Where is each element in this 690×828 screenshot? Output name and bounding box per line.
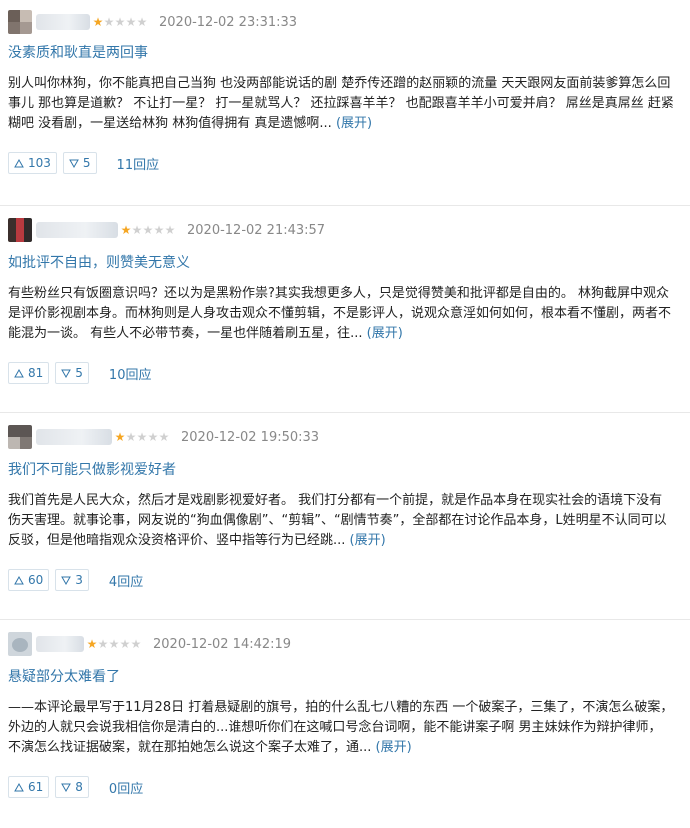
review-title[interactable]: 如批评不自由，则赞美无意义 (8, 254, 678, 272)
review-text: ——本评论最早写于11月28日 打着悬疑剧的旗号，拍的什么乱七八糟的东西 一个破… (8, 700, 674, 755)
review-content: ——本评论最早写于11月28日 打着悬疑剧的旗号，拍的什么乱七八糟的东西 一个破… (8, 698, 678, 758)
star-icon: ★ (120, 223, 132, 237)
reply-link[interactable]: 0回应 (109, 778, 143, 797)
triangle-up-icon (14, 782, 24, 791)
star-icon: ★ (136, 430, 148, 444)
star-icon: ★ (86, 637, 98, 651)
upvote-button[interactable]: 103 (8, 152, 57, 174)
review-actions: 81 5 10回应 (8, 344, 678, 402)
review-time: 2020-12-02 14:42:19 (153, 636, 292, 652)
reply-link[interactable]: 4回应 (109, 571, 143, 590)
review-actions: 103 5 11回应 (8, 134, 678, 192)
downvote-count: 5 (75, 366, 83, 380)
rating-stars: ★ ★ ★ ★ ★ (114, 430, 170, 444)
review-item: ★ ★ ★ ★ ★ 2020-12-02 21:43:57 如批评不自由，则赞美无意义 … (0, 206, 690, 413)
star-icon: ★ (164, 223, 176, 237)
review-time: 2020-12-02 19:50:33 (181, 429, 320, 445)
star-icon: ★ (108, 637, 120, 651)
star-icon: ★ (97, 637, 109, 651)
review-title[interactable]: 我们不可能只做影视爱好者 (8, 461, 678, 479)
upvote-button[interactable]: 60 (8, 569, 50, 591)
username-blurred[interactable] (36, 636, 84, 652)
triangle-down-icon (61, 369, 72, 378)
review-header: ★ ★ ★ ★ ★ 2020-12-02 14:42:19 (8, 620, 678, 668)
downvote-button[interactable]: 5 (62, 152, 97, 174)
expand-link[interactable]: (展开) (367, 326, 403, 341)
review-actions: 60 3 4回应 (8, 551, 678, 609)
star-icon: ★ (114, 15, 126, 29)
rating-stars: ★ ★ ★ ★ ★ (92, 15, 148, 29)
upvote-button[interactable]: 61 (8, 776, 50, 798)
avatar[interactable] (8, 10, 32, 34)
avatar[interactable] (8, 218, 32, 242)
downvote-button[interactable]: 3 (55, 569, 89, 591)
reply-link[interactable]: 11回应 (117, 154, 160, 173)
downvote-count: 8 (75, 780, 83, 794)
review-header: ★ ★ ★ ★ ★ 2020-12-02 23:31:33 (8, 0, 678, 44)
triangle-down-icon (61, 783, 72, 792)
triangle-down-icon (69, 159, 79, 168)
triangle-up-icon (14, 368, 24, 377)
star-icon: ★ (158, 430, 170, 444)
star-icon: ★ (92, 15, 104, 29)
star-icon: ★ (130, 637, 142, 651)
rating-stars: ★ ★ ★ ★ ★ (120, 223, 176, 237)
star-icon: ★ (114, 430, 126, 444)
star-icon: ★ (103, 15, 115, 29)
triangle-up-icon (14, 575, 24, 584)
upvote-count: 61 (28, 780, 44, 794)
review-header: ★ ★ ★ ★ ★ 2020-12-02 19:50:33 (8, 413, 678, 461)
review-header: ★ ★ ★ ★ ★ 2020-12-02 21:43:57 (8, 206, 678, 254)
review-content: 别人叫你林狗，你不能真把自己当狗 也没两部能说话的剧 楚乔传还蹭的赵丽颖的流量 … (8, 74, 678, 134)
downvote-button[interactable]: 5 (55, 362, 89, 384)
review-time: 2020-12-02 23:31:33 (159, 14, 298, 30)
review-title[interactable]: 悬疑部分太难看了 (8, 668, 678, 686)
username-blurred[interactable] (36, 429, 112, 445)
review-content: 我们首先是人民大众，然后才是戏剧影视爱好者。 我们打分都有一个前提，就是作品本身… (8, 491, 678, 551)
upvote-count: 81 (28, 366, 44, 380)
review-content: 有些粉丝只有饭圈意识吗？还以为是黑粉作祟?其实我想更多人，只是觉得赞美和批评都是… (8, 284, 678, 344)
rating-stars: ★ ★ ★ ★ ★ (86, 637, 142, 651)
star-icon: ★ (153, 223, 165, 237)
upvote-count: 103 (28, 156, 51, 170)
downvote-count: 5 (82, 156, 91, 170)
star-icon: ★ (119, 637, 131, 651)
expand-link[interactable]: (展开) (336, 116, 372, 131)
username-blurred[interactable] (36, 14, 90, 30)
star-icon: ★ (125, 15, 137, 29)
review-title[interactable]: 没素质和耿直是两回事 (8, 44, 678, 62)
downvote-count: 3 (75, 573, 83, 587)
avatar[interactable] (8, 425, 32, 449)
review-time: 2020-12-02 21:43:57 (187, 222, 326, 238)
review-item: ★ ★ ★ ★ ★ 2020-12-02 23:31:33 没素质和耿直是两回事 别人叫… (0, 0, 690, 206)
triangle-up-icon (14, 158, 24, 167)
review-text: 我们首先是人民大众，然后才是戏剧影视爱好者。 我们打分都有一个前提，就是作品本身… (8, 493, 667, 548)
expand-link[interactable]: (展开) (376, 740, 412, 755)
review-actions: 61 8 0回应 (8, 758, 678, 816)
star-icon: ★ (142, 223, 154, 237)
review-text: 有些粉丝只有饭圈意识吗？还以为是黑粉作祟?其实我想更多人，只是觉得赞美和批评都是… (8, 286, 672, 341)
review-item: ★ ★ ★ ★ ★ 2020-12-02 14:42:19 悬疑部分太难看了 ——本评论… (0, 620, 690, 828)
triangle-down-icon (61, 576, 72, 585)
star-icon: ★ (131, 223, 143, 237)
username-blurred[interactable] (36, 222, 118, 238)
downvote-button[interactable]: 8 (55, 776, 89, 798)
star-icon: ★ (136, 15, 148, 29)
expand-link[interactable]: (展开) (350, 533, 386, 548)
star-icon: ★ (147, 430, 159, 444)
upvote-button[interactable]: 81 (8, 362, 50, 384)
star-icon: ★ (125, 430, 137, 444)
upvote-count: 60 (28, 573, 44, 587)
review-item: ★ ★ ★ ★ ★ 2020-12-02 19:50:33 我们不可能只做影视爱好者 我… (0, 413, 690, 620)
avatar[interactable] (8, 632, 32, 656)
reply-link[interactable]: 10回应 (109, 364, 152, 383)
